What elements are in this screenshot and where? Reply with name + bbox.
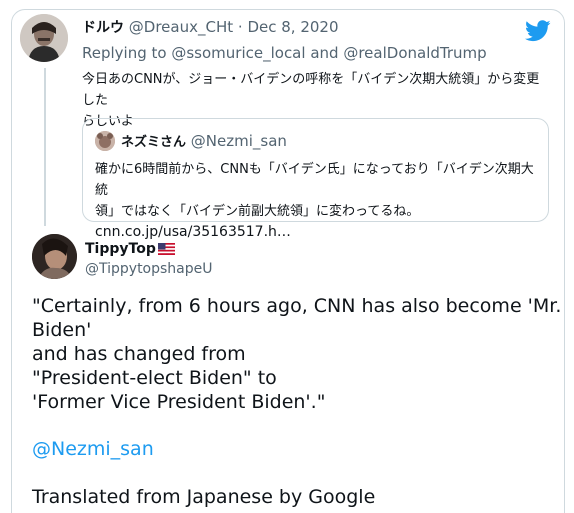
replying-mention-2[interactable]: @realDonaldTrump <box>343 44 486 62</box>
author-name[interactable]: ドルウ <box>82 20 124 36</box>
replying-to: Replying to @ssomurice_local and @realDo… <box>82 44 487 62</box>
main-author-name-row: TippyTop <box>85 240 175 258</box>
quote-author-name[interactable]: ネズミさん <box>121 135 186 150</box>
quoted-tweet[interactable]: ネズミさん @Nezmi_san 確かに6時間前から、CNNも「バイデン氏」にな… <box>82 118 549 240</box>
replying-and: and <box>310 44 339 62</box>
quote-text-line-2: 領」ではなく「バイデン前副大統領」に変わってるね。 <box>95 204 420 219</box>
reply-header: ドルウ @Dreaux_CHt · Dec 8, 2020 <box>82 18 339 37</box>
quote-author-handle[interactable]: @Nezmi_san <box>191 132 287 150</box>
author-handle[interactable]: @Dreaux_CHt <box>129 18 233 36</box>
quote-author-avatar[interactable] <box>95 131 115 151</box>
quote-text: 確かに6時間前から、CNNも「バイデン氏」になっており「バイデン次期大統 領」で… <box>95 159 541 243</box>
separator: · <box>237 18 243 36</box>
twitter-bird-icon[interactable] <box>525 20 551 42</box>
translation-note: Translated from Japanese by Google <box>32 486 376 508</box>
main-text-line-5: 'Former Vice President Biden'." <box>32 391 326 413</box>
mention-link[interactable]: @Nezmi_san <box>32 437 154 461</box>
main-author-name[interactable]: TippyTop <box>85 241 156 257</box>
us-flag-icon <box>157 243 175 255</box>
main-text-line-4: "President-elect Biden" to <box>32 367 277 389</box>
thread-line <box>44 68 46 226</box>
author-avatar[interactable] <box>20 14 68 62</box>
quote-text-line-1: 確かに6時間前から、CNNも「バイデン氏」になっており「バイデン次期大統 <box>95 162 534 198</box>
reply-tweet[interactable]: ドルウ @Dreaux_CHt · Dec 8, 2020 Replying t… <box>20 14 551 240</box>
tweet-date[interactable]: Dec 8, 2020 <box>247 18 338 36</box>
main-text-line-1: "Certainly, from 6 hours ago, CNN has al… <box>32 295 562 317</box>
main-author-avatar[interactable] <box>32 234 77 279</box>
main-text-line-3: and has changed from <box>32 343 246 365</box>
main-tweet-text: "Certainly, from 6 hours ago, CNN has al… <box>32 294 562 414</box>
main-author-handle[interactable]: @TippytopshapeU <box>85 260 213 278</box>
quote-header: ネズミさん @Nezmi_san <box>121 131 287 153</box>
replying-prefix: Replying to <box>82 44 167 62</box>
main-text-line-2: Biden' <box>32 319 92 341</box>
reply-text-line-1: 今日あのCNNが、ジョー・バイデンの呼称を「バイデン次期大統領」から変更した <box>82 72 540 108</box>
replying-mention-1[interactable]: @ssomurice_local <box>171 44 305 62</box>
